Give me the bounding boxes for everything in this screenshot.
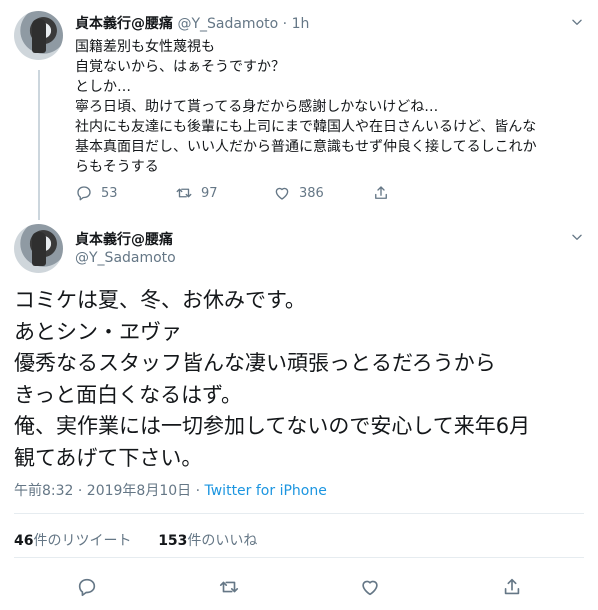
source-link[interactable]: Twitter for iPhone [205,483,327,499]
tweet-text-line: 社内にも友達にも後輩にも上司にまで韓国人や在日さんいるけど、皆んな [75,119,537,135]
like-count: 386 [299,185,324,201]
share-button[interactable] [372,184,390,202]
display-name[interactable]: 貞本義行@腰痛 [75,229,173,249]
tweet-text-line: 国籍差別も女性蔑視も [75,39,215,55]
likes-stat[interactable]: 153件のいいね [158,533,257,549]
share-icon [504,578,520,595]
tweet-stats: 46件のリツイート 153件のいいね [14,530,257,550]
chevron-down-icon[interactable] [570,15,584,29]
divider [14,557,584,558]
divider [14,513,584,514]
tweet-text-line: きっと面白くなるはず。 [14,382,243,407]
like-button[interactable]: 386 [273,184,324,202]
tweet-text: 国籍差別も女性蔑視も 自覚ないから、はぁそうですか？ としか… 寧ろ日頃、助けて… [75,37,575,177]
tweet-text-line: コミケは夏、冬、お休みです。 [14,288,306,312]
tweet-main: 貞本義行@腰痛 @Y_Sadamoto コミケは夏、冬、お休みです。 あとシン・… [0,215,598,610]
tweet-text-line: 基本真面目だし、いい人だから普通に意識もせず仲良く接してるしこれか [75,139,537,155]
tweet-text-line: 自覚ないから、はぁそうですか？ [75,59,285,75]
tweet-text-line: 優秀なるスタッフ皆んな凄い頑張っとるだろうから [14,351,496,375]
reply-count: 53 [101,185,118,201]
tweet-text-line: 寧ろ日頃、助けて貰ってる身だから感謝しかないけどね… [75,99,439,115]
retweet-icon [219,581,239,593]
retweets-count: 46 [14,533,34,549]
header-separator: · [282,16,288,32]
share-icon [375,186,387,199]
tweet-parent[interactable]: 貞本義行@腰痛 @Y_Sadamoto · 1h 国籍差別も女性蔑視も 自覚ない… [0,0,598,215]
user-handle[interactable]: @Y_Sadamoto [177,16,278,32]
likes-label: 件のいいね [187,533,258,549]
reply-icon [78,578,96,597]
tweet-actions [0,570,598,600]
tweet-actions: 53 97 386 [75,184,405,204]
tweet-meta: 午前8:32 · 2019年8月10日 · Twitter for iPhone [14,480,327,500]
reply-button[interactable] [76,576,98,598]
like-button[interactable] [359,576,381,598]
tweet-text-line: 観てあげて下さい。 [14,445,203,470]
tweet-text: コミケは夏、冬、お休みです。 あとシン・ヱヴァ 優秀なるスタッフ皆んな凄い頑張っ… [14,285,589,474]
share-button[interactable] [501,576,523,598]
tweet-time[interactable]: 1h [292,16,310,32]
tweet-timestamp[interactable]: 午前8:32 · 2019年8月10日 · [14,483,205,499]
likes-count: 153 [158,533,188,549]
retweets-label: 件のリツイート [33,533,132,549]
tweet-text-line: 俺、実作業には一切参加してないので安心して来年6月 [14,414,531,438]
retweet-button[interactable] [218,576,240,598]
tweet-text-line: らもそうする [75,159,159,175]
avatar[interactable] [14,224,63,273]
retweet-count: 97 [201,185,218,201]
heart-icon [362,580,378,596]
reply-icon [77,186,91,201]
tweet-text-line: としか… [75,79,131,95]
retweets-stat[interactable]: 46件のリツイート [14,533,131,549]
retweet-icon [176,188,192,198]
tweet-text-line: あとシン・ヱヴァ [14,319,182,344]
tweet-header: 貞本義行@腰痛 @Y_Sadamoto · 1h [75,13,309,33]
heart-icon [275,187,289,200]
display-name[interactable]: 貞本義行@腰痛 [75,16,173,32]
retweet-button[interactable]: 97 [175,184,218,202]
reply-button[interactable]: 53 [75,184,118,202]
chevron-down-icon[interactable] [570,230,584,244]
avatar[interactable] [14,11,63,60]
user-handle[interactable]: @Y_Sadamoto [75,250,176,266]
